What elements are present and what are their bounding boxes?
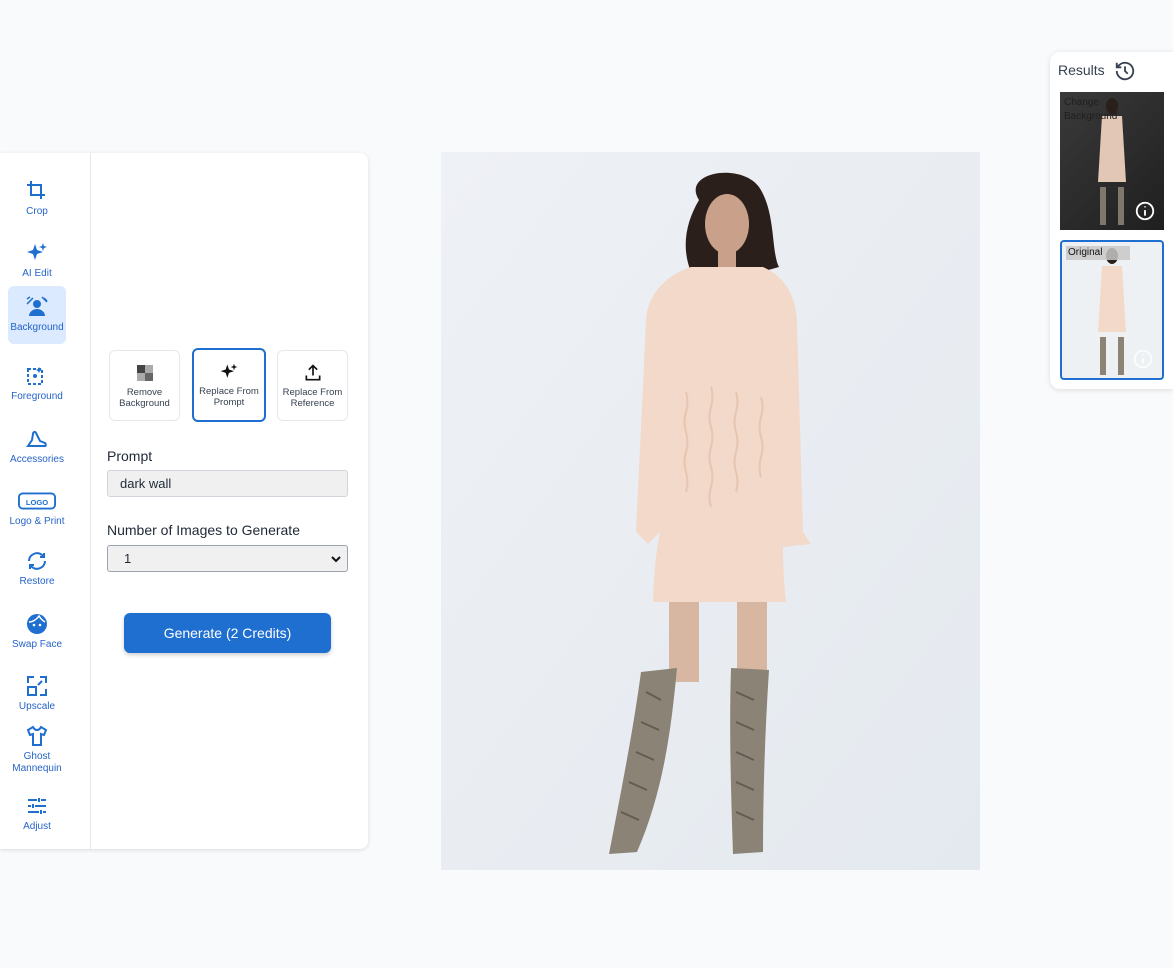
tool-background[interactable]: Background	[8, 286, 66, 344]
edit-panel: Crop AI Edit Background Foreground Acces…	[0, 153, 368, 849]
background-icon	[26, 296, 48, 316]
result-thumb-change-background[interactable]: Change Background	[1060, 92, 1164, 230]
logo-icon: LOGO	[18, 492, 56, 510]
thumb-label: Original	[1066, 246, 1131, 260]
sliders-icon	[28, 798, 46, 814]
tool-logo-print[interactable]: LOGO Logo & Print	[8, 480, 66, 538]
info-icon[interactable]	[1132, 348, 1154, 370]
result-thumb-original[interactable]: Original	[1060, 240, 1164, 380]
tool-accessories[interactable]: Accessories	[8, 418, 66, 476]
tool-label: Adjust	[23, 821, 51, 832]
tool-rail: Crop AI Edit Background Foreground Acces…	[0, 153, 91, 849]
results-panel: Results Change Background Original	[1050, 52, 1173, 389]
face-icon	[27, 614, 47, 634]
thumb-label: Change Background	[1064, 97, 1118, 122]
restore-icon	[28, 552, 46, 570]
tool-foreground[interactable]: Foreground	[8, 355, 66, 413]
tool-ghost-mannequin[interactable]: Ghost Mannequin	[8, 715, 66, 783]
tool-label: Foreground	[11, 391, 63, 402]
tool-swap-face[interactable]: Swap Face	[8, 603, 66, 661]
upscale-icon	[27, 676, 47, 696]
tool-label: Upscale	[18, 701, 56, 712]
prompt-input[interactable]	[107, 470, 348, 497]
tool-crop[interactable]: Crop	[8, 170, 66, 228]
prompt-label: Prompt	[107, 448, 153, 464]
num-images-value: 1	[124, 551, 132, 566]
num-images-label: Number of Images to Generate	[107, 522, 300, 538]
tool-label: Ghost Mannequin	[12, 751, 62, 774]
option-replace-from-prompt[interactable]: Replace From Prompt	[192, 348, 266, 422]
history-icon[interactable]	[1114, 60, 1136, 82]
generate-button[interactable]: Generate (2 Credits)	[124, 613, 331, 653]
tool-label: Swap Face	[11, 639, 63, 650]
tool-label: Accessories	[10, 454, 64, 465]
tool-label: Crop	[26, 206, 48, 217]
tool-ai-edit[interactable]: AI Edit	[8, 232, 66, 290]
sparkles-icon	[27, 243, 47, 260]
tool-label: Restore	[19, 576, 55, 587]
tool-label: Logo & Print	[9, 516, 65, 527]
shirt-icon	[26, 725, 48, 746]
heel-shoe-icon	[26, 430, 47, 447]
option-label: Replace From Prompt	[199, 386, 259, 408]
sparkles-icon	[220, 363, 238, 378]
chevron-down-icon	[331, 556, 341, 563]
tool-label: AI Edit	[22, 268, 52, 279]
foreground-icon	[27, 367, 43, 385]
crop-icon	[27, 181, 45, 199]
upload-icon	[305, 364, 320, 381]
info-icon[interactable]	[1134, 200, 1156, 222]
option-label: Remove Background	[119, 387, 170, 409]
option-label: Replace From Reference	[282, 387, 343, 409]
background-mode-options: Remove Background Replace From Prompt Re…	[109, 348, 349, 422]
checker-icon	[136, 365, 153, 381]
results-title: Results	[1058, 62, 1105, 78]
option-remove-background[interactable]: Remove Background	[109, 350, 180, 421]
option-replace-from-reference[interactable]: Replace From Reference	[277, 350, 348, 421]
tool-label: Background	[10, 322, 64, 333]
background-options-panel: Remove Background Replace From Prompt Re…	[107, 153, 349, 849]
num-images-select[interactable]: 1	[107, 545, 348, 572]
model-photo	[441, 152, 980, 870]
main-image-preview	[441, 152, 980, 870]
tool-restore[interactable]: Restore	[8, 540, 66, 598]
logo-badge-text: LOGO	[26, 498, 48, 507]
tool-adjust[interactable]: Adjust	[8, 785, 66, 843]
